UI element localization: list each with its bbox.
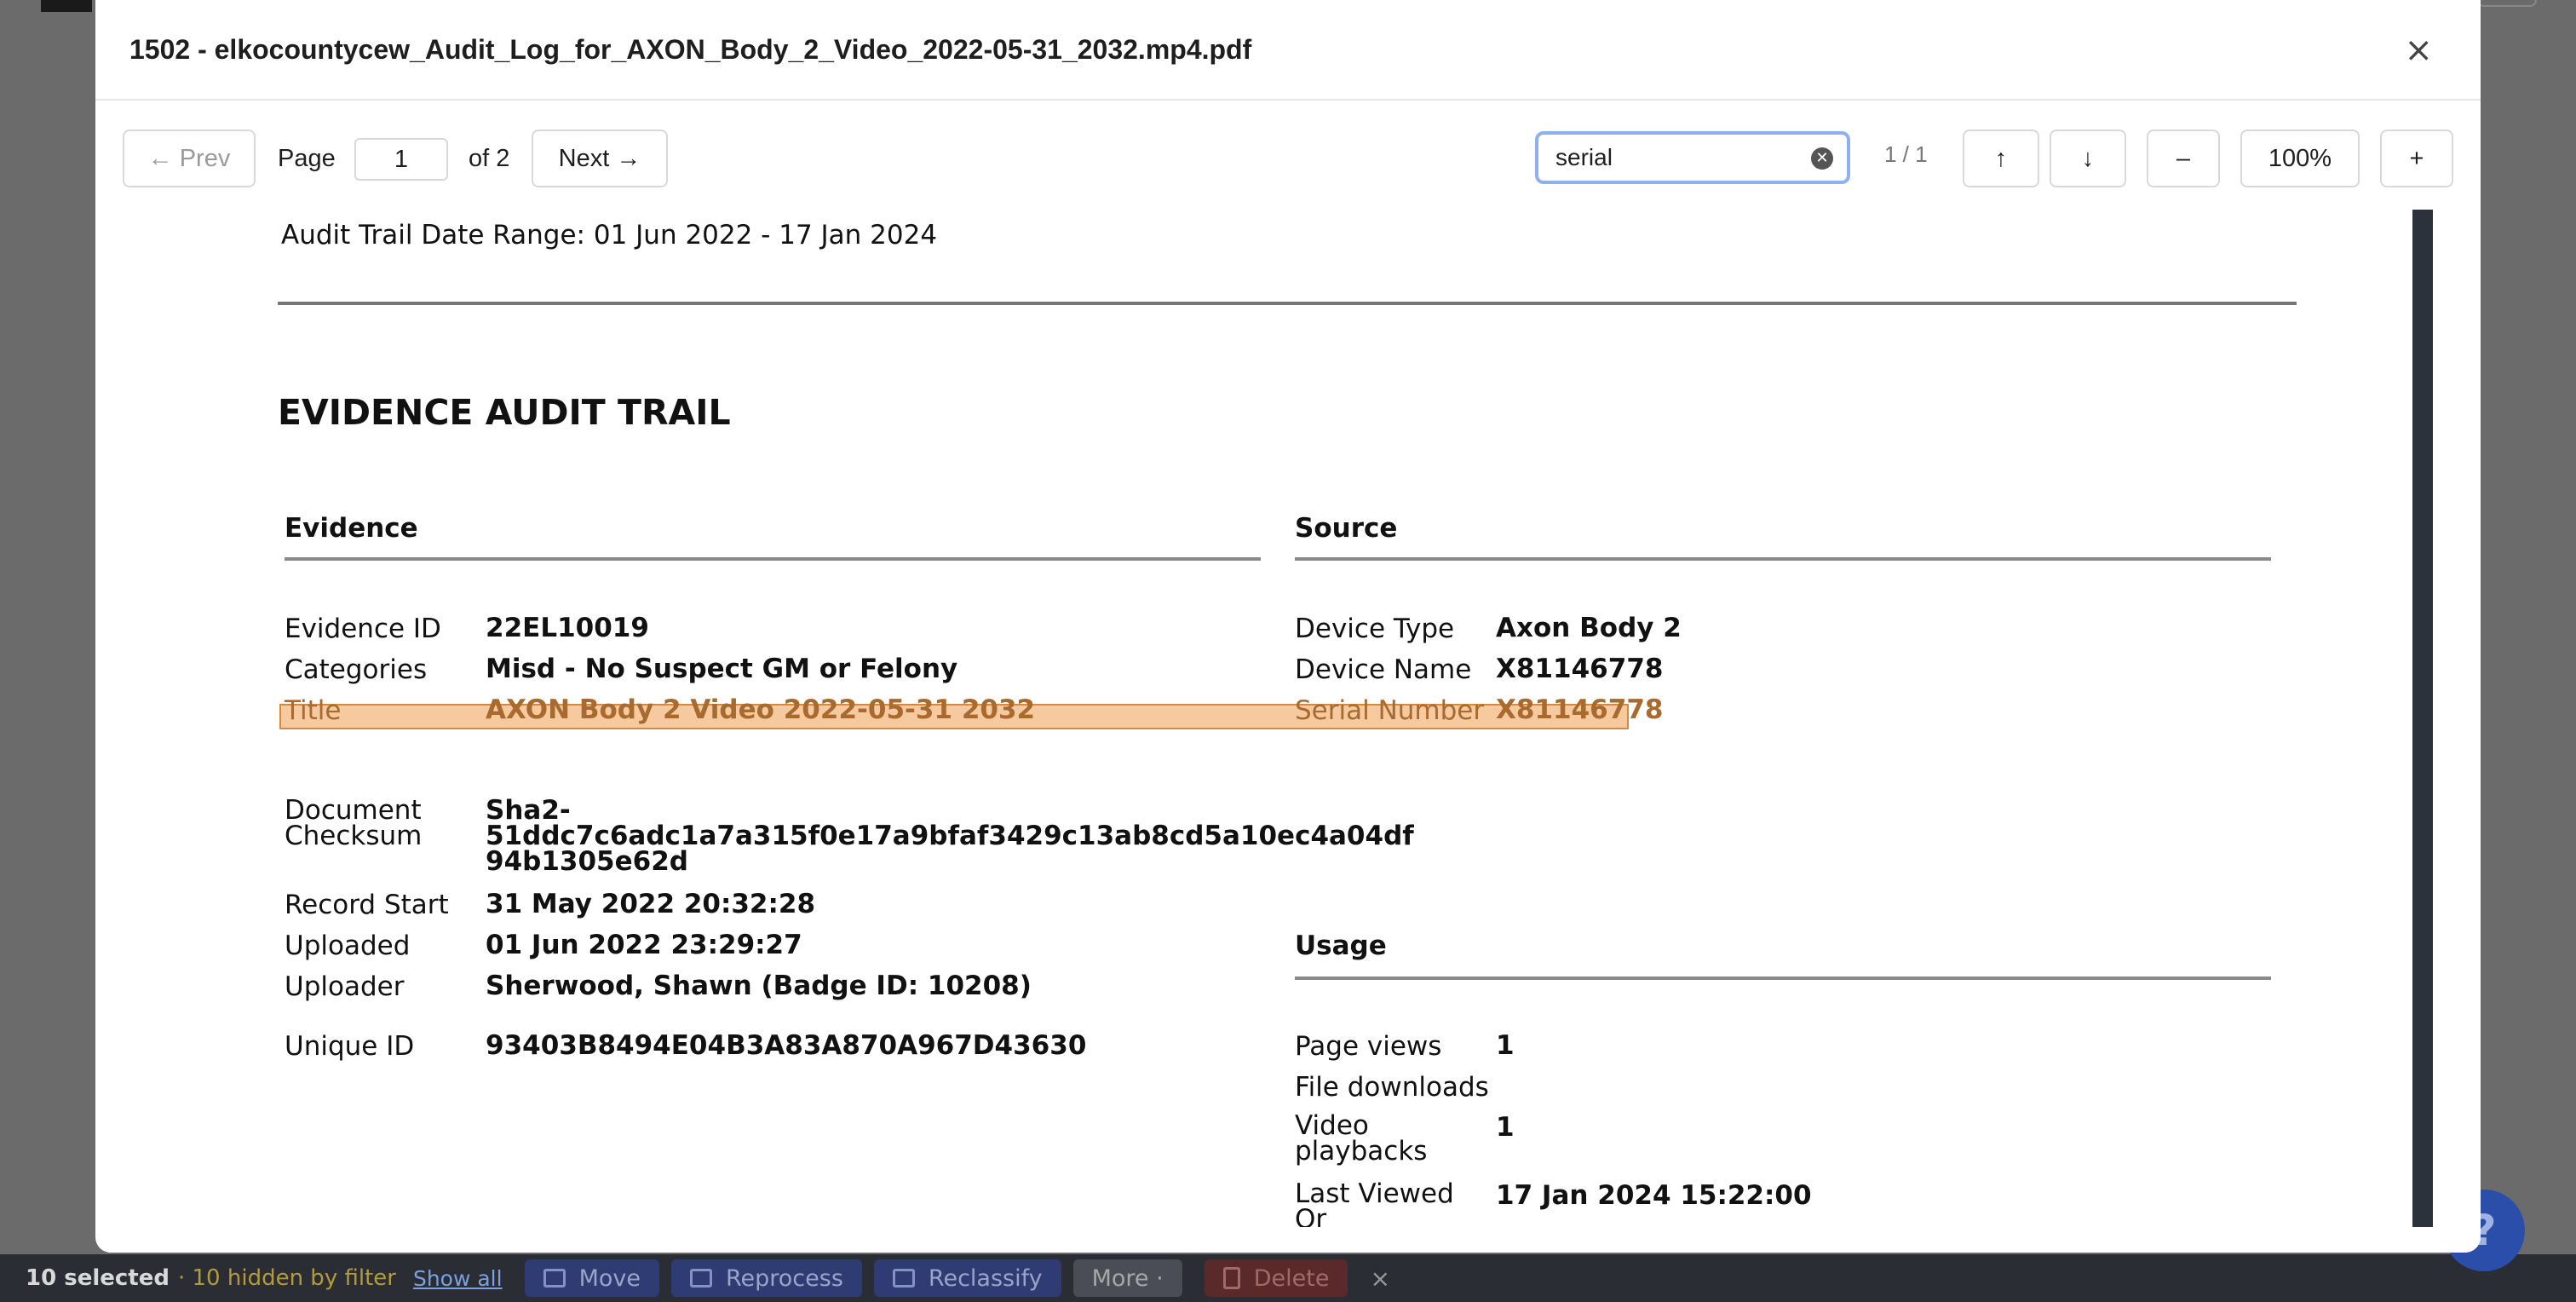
trash-icon (1222, 1267, 1240, 1289)
checksum-label-line2: Checksum (285, 821, 423, 851)
last-viewed-value: 17 Jan 2024 15:22:00 (1496, 1180, 1812, 1211)
next-page-button[interactable]: Next → (532, 130, 668, 187)
folder-icon (543, 1269, 566, 1288)
evidence-heading: Evidence (285, 513, 418, 544)
evidence-id-label: Evidence ID (285, 614, 441, 644)
close-icon[interactable]: × (2404, 31, 2433, 70)
delete-label: Delete (1253, 1265, 1330, 1292)
search-input[interactable] (1555, 144, 1803, 171)
selected-count: 10 selected (26, 1265, 170, 1291)
match-count: 1 / 1 (1884, 141, 1928, 167)
reclassify-button[interactable]: Reclassify (873, 1259, 1061, 1297)
prev-match-button[interactable]: ↑ (1963, 130, 2039, 187)
record-start-label: Record Start (285, 890, 449, 920)
search-box: ✕ (1535, 131, 1850, 184)
show-all-link[interactable]: Show all (413, 1266, 503, 1291)
title-label: Title (285, 695, 342, 726)
backdrop-topbar (41, 0, 92, 12)
video-playbacks-label-line1: Video (1295, 1110, 1369, 1141)
last-viewed-label-line1: Last Viewed (1295, 1178, 1454, 1209)
move-button[interactable]: Move (524, 1259, 659, 1297)
next-match-button[interactable]: ↓ (2050, 130, 2126, 187)
serial-number-label: Serial Number (1295, 695, 1485, 726)
page-views-value: 1 (1496, 1030, 1515, 1061)
backdrop-top-right-control (2477, 0, 2537, 7)
pdf-viewer-modal: 1502 - elkocountycew_Audit_Log_for_AXON_… (95, 0, 2481, 1253)
evidence-id-value: 22EL10019 (486, 613, 649, 643)
tag-icon (892, 1269, 915, 1288)
checksum-value-line3: 94b1305e62d (486, 846, 688, 877)
checksum-value-line1: Sha2- (486, 795, 571, 826)
page-total: of 2 (469, 145, 510, 172)
page-number-input[interactable] (354, 138, 448, 181)
video-playbacks-label-line2: playbacks (1295, 1136, 1428, 1167)
page-views-label: Page views (1295, 1031, 1442, 1062)
categories-label: Categories (285, 654, 428, 685)
unique-id-label: Unique ID (285, 1031, 415, 1062)
uploaded-label: Uploaded (285, 930, 411, 961)
uploader-value: Sherwood, Shawn (Badge ID: 10208) (486, 971, 1032, 1001)
checksum-value-line2: 51ddc7c6adc1a7a315f0e17a9bfaf3429c13ab8c… (486, 821, 1414, 851)
video-playbacks-value: 1 (1496, 1112, 1515, 1143)
record-start-value: 31 May 2022 20:32:28 (486, 889, 816, 919)
checksum-label-line1: Document (285, 795, 422, 826)
pdf-page: Audit Trail Date Range: 01 Jun 2022 - 17… (143, 210, 2412, 1227)
reprocess-label: Reprocess (725, 1265, 843, 1292)
more-label: More · (1091, 1265, 1164, 1292)
evidence-divider (285, 557, 1261, 561)
categories-value: Misd - No Suspect GM or Felony (486, 654, 958, 684)
move-label: Move (578, 1265, 641, 1292)
reclassify-label: Reclassify (928, 1265, 1043, 1292)
clear-selection-button[interactable]: × (1370, 1265, 1389, 1293)
device-name-label: Device Name (1295, 654, 1472, 685)
document-viewport[interactable]: Audit Trail Date Range: 01 Jun 2022 - 17… (143, 210, 2433, 1227)
file-downloads-label: File downloads (1295, 1072, 1489, 1103)
prev-page-button[interactable]: ← Prev (123, 130, 256, 187)
pdf-toolbar: ← Prev Page of 2 Next → ✕ 1 / 1 ↑ ↓ – 10… (95, 102, 2481, 210)
title-value: AXON Body 2 Video 2022-05-31 2032 (486, 694, 1036, 725)
uploaded-value: 01 Jun 2022 23:29:27 (486, 930, 802, 960)
last-viewed-label-line2: Or (1295, 1204, 1327, 1228)
divider (278, 302, 2297, 305)
usage-divider (1295, 976, 2271, 980)
unique-id-value: 93403B8494E04B3A83A870A967D43630 (486, 1030, 1087, 1061)
modal-header: 1502 - elkocountycew_Audit_Log_for_AXON_… (95, 0, 2481, 101)
source-divider (1295, 557, 2271, 561)
usage-heading: Usage (1295, 930, 1387, 961)
reprocess-button[interactable]: Reprocess (670, 1259, 862, 1297)
page-heading: EVIDENCE AUDIT TRAIL (278, 392, 731, 433)
device-type-value: Axon Body 2 (1496, 613, 1682, 643)
delete-button[interactable]: Delete (1204, 1259, 1348, 1297)
hidden-count: · 10 hidden by filter (177, 1265, 396, 1291)
serial-number-value: X81146778 (1496, 694, 1664, 725)
date-range: Audit Trail Date Range: 01 Jun 2022 - 17… (281, 220, 938, 251)
device-name-value: X81146778 (1496, 654, 1664, 684)
modal-title: 1502 - elkocountycew_Audit_Log_for_AXON_… (129, 33, 1252, 65)
clear-search-icon[interactable]: ✕ (1811, 147, 1833, 170)
device-type-label: Device Type (1295, 614, 1455, 644)
zoom-in-button[interactable]: + (2380, 130, 2453, 187)
uploader-label: Uploader (285, 971, 405, 1002)
zoom-out-button[interactable]: – (2147, 130, 2220, 187)
reprocess-icon (689, 1269, 712, 1288)
zoom-level[interactable]: 100% (2240, 130, 2360, 187)
source-heading: Source (1295, 513, 1398, 544)
bulk-action-bar: 10 selected · 10 hidden by filter Show a… (0, 1254, 2576, 1302)
more-button[interactable]: More · (1072, 1259, 1182, 1297)
page-label: Page (278, 145, 336, 172)
